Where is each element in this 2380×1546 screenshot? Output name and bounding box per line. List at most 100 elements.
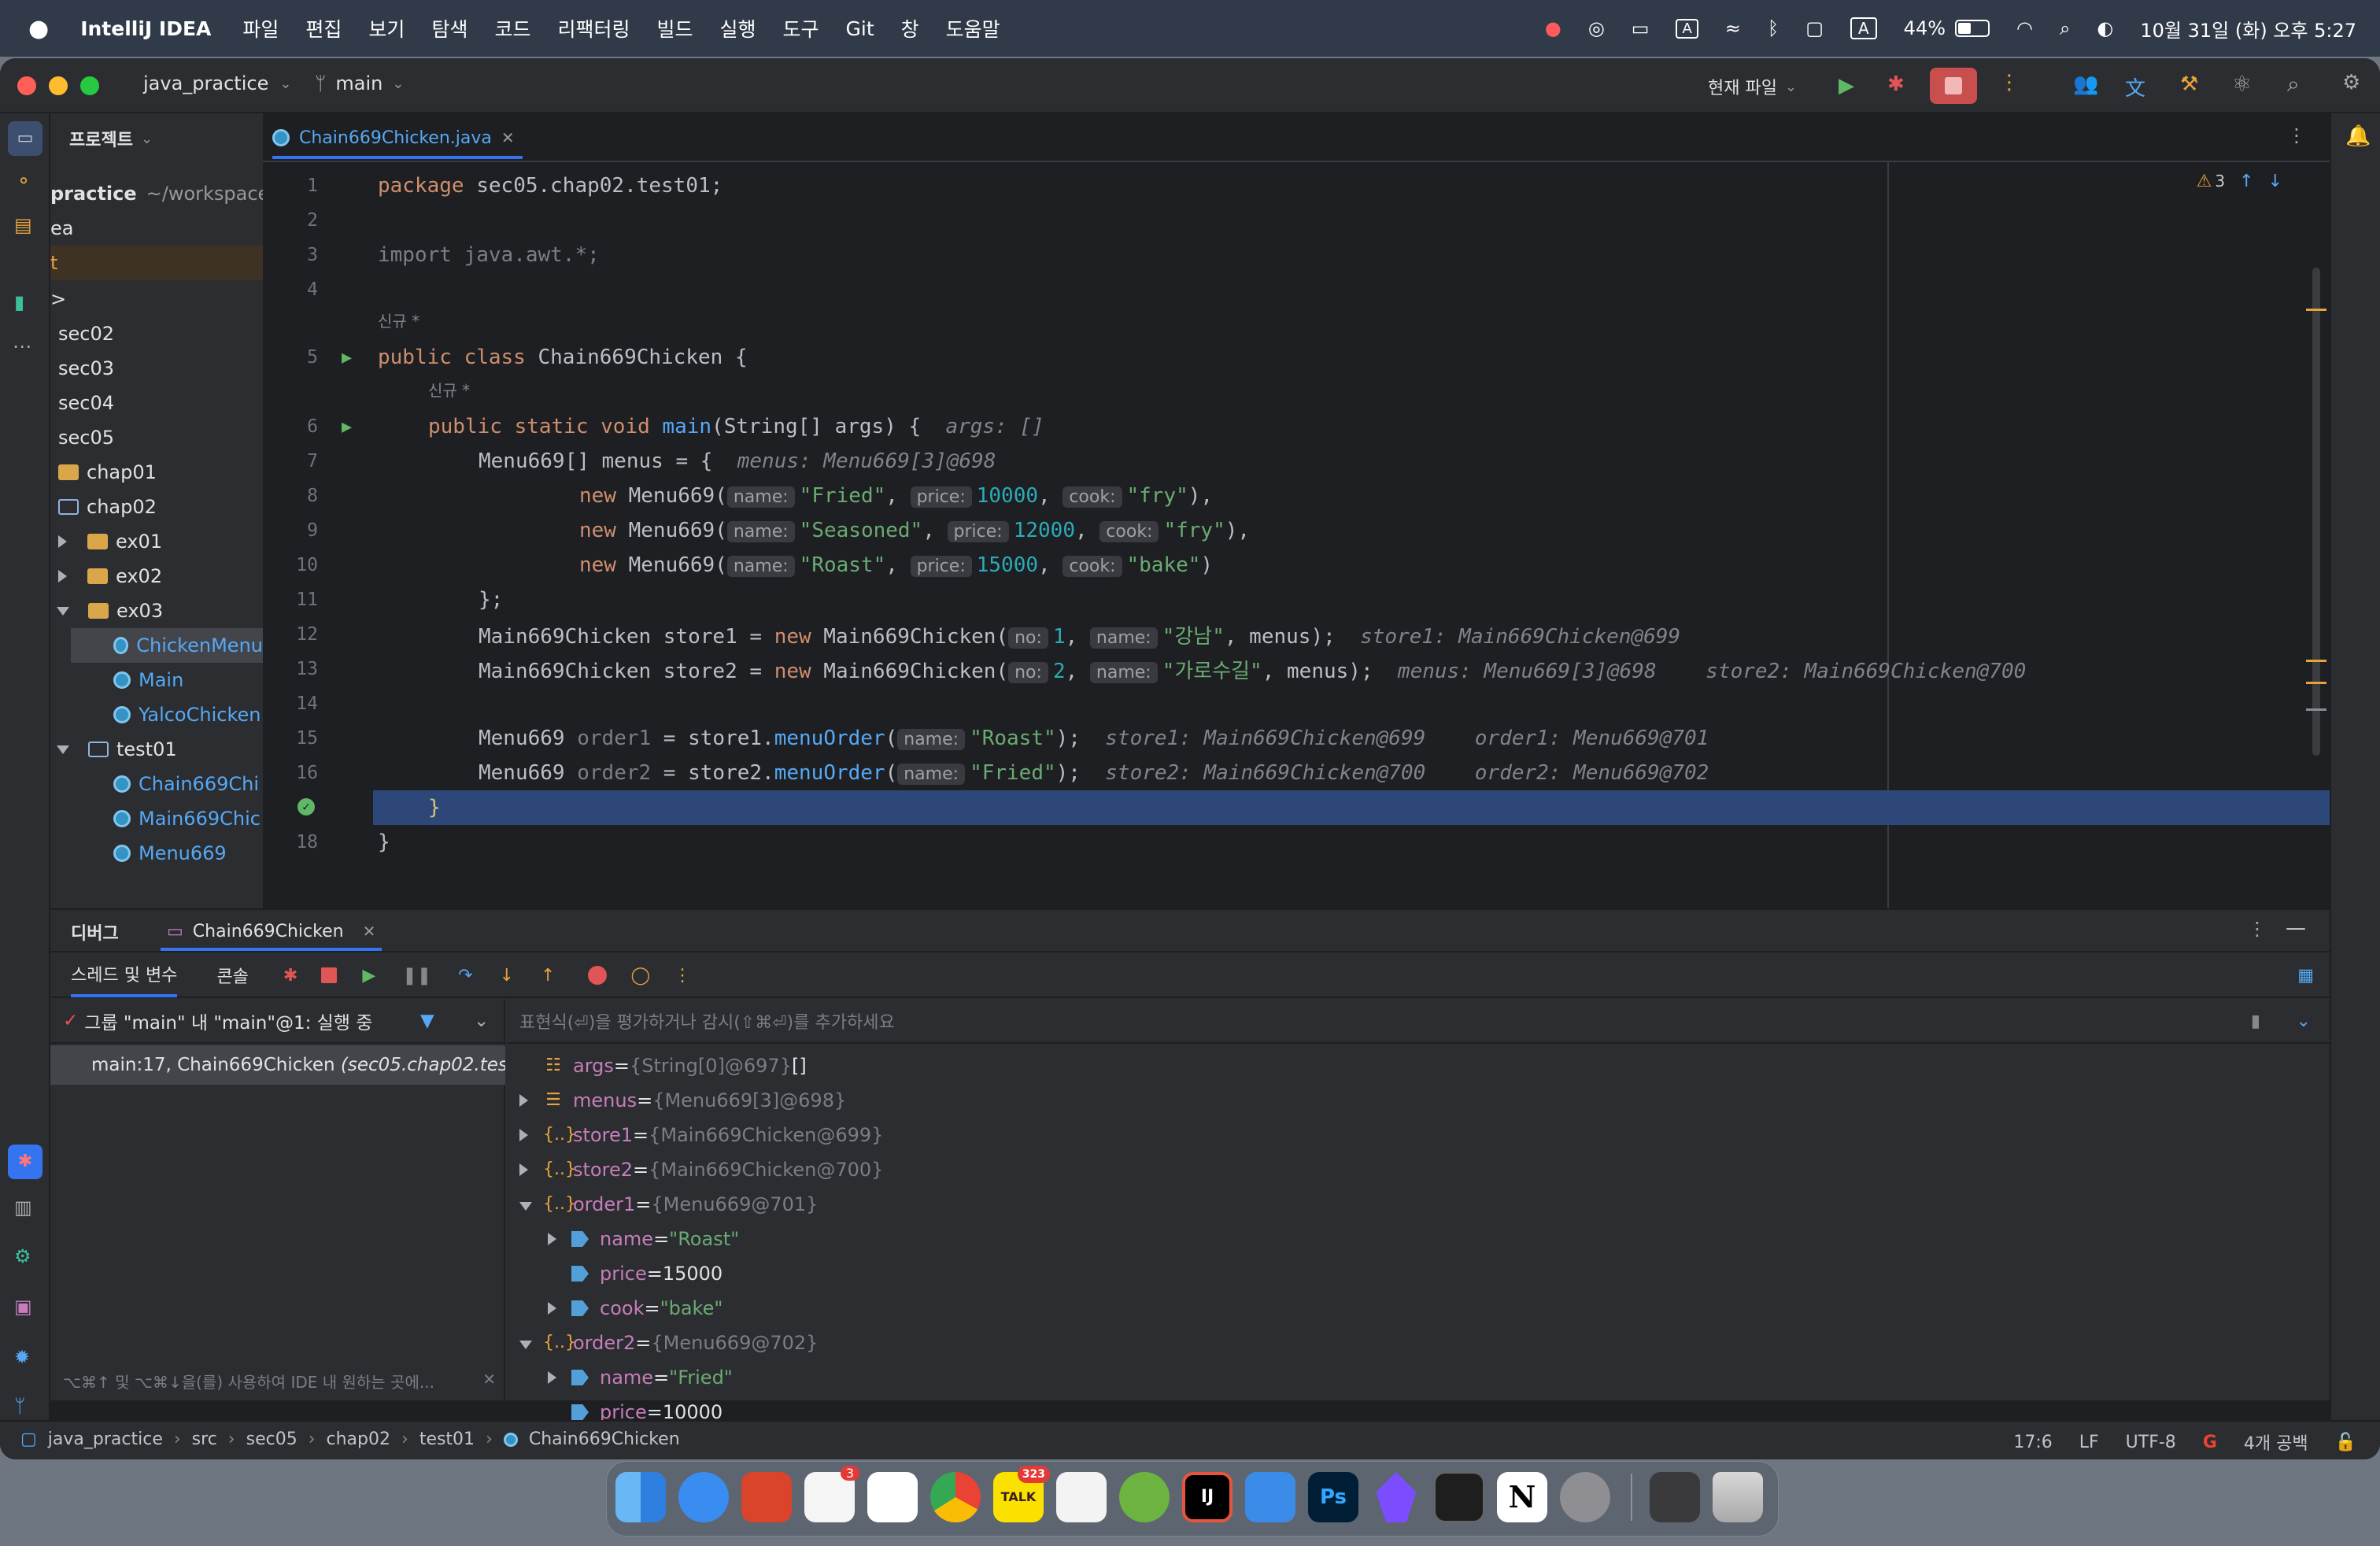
tree-item-sec05[interactable]: sec05 xyxy=(50,420,263,455)
vscode-icon[interactable] xyxy=(1056,1472,1107,1522)
problems-icon[interactable]: ✹ xyxy=(14,1346,30,1368)
presentation-app-icon[interactable] xyxy=(741,1472,792,1522)
more-options-icon[interactable]: ⋮ xyxy=(2248,918,2267,940)
tree-item-collapsed[interactable]: > xyxy=(50,282,263,316)
ai-assistant-icon[interactable]: ⚛ xyxy=(2232,71,2252,97)
menu-run[interactable]: 실행 xyxy=(720,14,756,43)
minimize-icon[interactable]: — xyxy=(2286,916,2306,940)
rerun-icon[interactable]: ✱ xyxy=(283,966,298,986)
display-icon[interactable]: ▭ xyxy=(1632,17,1650,39)
expand-icon[interactable] xyxy=(519,1159,543,1181)
close-window-button[interactable] xyxy=(17,76,36,95)
downloads-stack-icon[interactable] xyxy=(1650,1472,1700,1522)
clock[interactable]: 10월 31일 (화) 오후 5:27 xyxy=(2140,15,2356,43)
tab-debug-session[interactable]: ▭ Chain669Chicken ✕ xyxy=(161,915,382,951)
code-vision-hint[interactable]: 신규 * xyxy=(263,375,2330,403)
cat-icon[interactable]: ≈ xyxy=(1725,17,1741,39)
tree-item-sec03[interactable]: sec03 xyxy=(50,351,263,386)
stack-frame[interactable]: main:17, Chain669Chicken (sec05.chap02.t… xyxy=(50,1045,505,1085)
variable-row[interactable]: {..} order1 = {Menu669@701} xyxy=(519,1187,818,1222)
slack-icon[interactable] xyxy=(867,1472,918,1522)
variable-row[interactable]: price = 15000 xyxy=(548,1256,722,1291)
translate-icon[interactable]: 文 xyxy=(2125,72,2145,102)
variable-row[interactable]: name = "Roast" xyxy=(548,1222,739,1256)
chevron-down-icon[interactable] xyxy=(57,606,69,616)
notifications-icon[interactable]: 🔔 xyxy=(2345,124,2371,148)
apple-icon[interactable]: ● xyxy=(28,15,49,43)
menu-git[interactable]: Git xyxy=(846,17,874,40)
tree-item-chickenmenu[interactable]: ChickenMenu xyxy=(71,628,263,663)
tree-item-main[interactable]: Main xyxy=(50,663,263,697)
tree-item-yalcochicken[interactable]: YalcoChicken xyxy=(50,697,263,732)
app-menu[interactable]: IntelliJ IDEA xyxy=(80,17,211,40)
evaluate-expression-input[interactable]: 표현식(⏎)을 평가하거나 감시(⇧⌘⏎)를 추가하세요 ▮ ⌄ xyxy=(507,1000,2330,1044)
menu-edit[interactable]: 편집 xyxy=(305,14,342,43)
more-tools-icon[interactable]: ⋯ xyxy=(13,335,31,357)
menu-help[interactable]: 도움말 xyxy=(946,14,1000,43)
tree-item-chap02[interactable]: chap02 xyxy=(50,490,263,524)
code-vision-hint[interactable]: 신규 * xyxy=(263,305,2330,334)
pause-icon[interactable]: ❚❚ xyxy=(402,966,431,986)
chevron-down-icon[interactable]: ⌄ xyxy=(2297,1012,2311,1031)
expand-icon[interactable] xyxy=(519,1124,543,1146)
chevron-right-icon[interactable] xyxy=(58,570,67,583)
trash-icon[interactable] xyxy=(1713,1472,1763,1522)
search-icon[interactable]: ⌕ xyxy=(2287,71,2300,98)
branch-selector[interactable]: ᛘ main ⌄ xyxy=(315,72,404,94)
variable-row[interactable]: {..} store2 = {Main669Chicken@700} xyxy=(519,1152,883,1187)
bluetooth-icon[interactable]: ᛒ xyxy=(1768,17,1779,39)
google-icon[interactable]: G xyxy=(2203,1433,2217,1452)
tab-threads-variables[interactable]: 스레드 및 변수 xyxy=(71,953,178,997)
crumb-test01[interactable]: test01 xyxy=(419,1429,475,1449)
crumb-project[interactable]: java_practice xyxy=(48,1429,163,1449)
zoom-window-button[interactable] xyxy=(80,76,99,95)
menu-code[interactable]: 코드 xyxy=(494,14,530,43)
tree-item-menu669[interactable]: Menu669 xyxy=(50,836,263,871)
run-gutter-icon[interactable]: ▶ xyxy=(342,417,352,437)
variable-row[interactable]: ☰ menus = {Menu669[3]@698} xyxy=(519,1083,846,1118)
close-icon[interactable]: ✕ xyxy=(482,1370,496,1393)
run-config-selector[interactable]: 현재 파일 ⌄ xyxy=(1708,74,1797,99)
structure-icon[interactable]: ▤ xyxy=(14,214,32,236)
control-center-icon[interactable]: ◐ xyxy=(2097,17,2113,39)
menu-file[interactable]: 파일 xyxy=(242,14,279,43)
tree-item-chap01[interactable]: chap01 xyxy=(50,455,263,490)
text-icon[interactable]: A xyxy=(1676,18,1698,39)
resume-icon[interactable]: ▶ xyxy=(362,966,375,986)
spotlight-icon[interactable]: ⌕ xyxy=(2060,17,2070,39)
reminders-icon[interactable]: 3 xyxy=(804,1466,859,1522)
battery-icon[interactable] xyxy=(1955,20,1990,37)
git-icon[interactable]: ᛘ xyxy=(14,1395,25,1417)
xcode-icon[interactable] xyxy=(1245,1472,1295,1522)
variable-row[interactable]: {..} store1 = {Main669Chicken@699} xyxy=(519,1118,883,1152)
menu-window[interactable]: 창 xyxy=(901,14,919,43)
terminal-app-icon[interactable] xyxy=(1434,1472,1484,1522)
settings-icon[interactable]: ⚙ xyxy=(2342,71,2360,94)
crumb-src[interactable]: src xyxy=(192,1429,217,1449)
view-breakpoints-icon[interactable] xyxy=(588,966,608,985)
menu-refactor[interactable]: 리팩터링 xyxy=(557,14,630,43)
expand-icon[interactable] xyxy=(548,1367,571,1389)
tree-item-sec02[interactable]: sec02 xyxy=(50,316,263,351)
commit-icon[interactable]: ⚬ xyxy=(16,170,31,192)
lock-icon[interactable]: 🔓 xyxy=(2335,1433,2356,1452)
screen-mirror-icon[interactable]: ▢ xyxy=(1805,17,1824,39)
variable-row[interactable]: name = "Fried" xyxy=(548,1360,733,1395)
kakaotalk-icon[interactable]: TALK 323 xyxy=(993,1466,1050,1522)
variable-row[interactable]: cook = "bake" xyxy=(548,1291,722,1326)
notion-icon[interactable]: N xyxy=(1497,1472,1547,1522)
code-area[interactable]: 1 package sec05.chap02.test01; 2 3 import … xyxy=(263,162,2330,908)
debug-tool-icon[interactable]: ✱ xyxy=(8,1145,42,1179)
stop-icon[interactable] xyxy=(321,967,338,983)
chrome-icon[interactable] xyxy=(930,1472,981,1522)
filter-icon[interactable]: ▼ xyxy=(420,1011,434,1031)
crumb-sec05[interactable]: sec05 xyxy=(246,1429,298,1449)
crumb-chap02[interactable]: chap02 xyxy=(327,1429,390,1449)
crumb-class[interactable]: Chain669Chicken xyxy=(529,1429,680,1449)
minimize-window-button[interactable] xyxy=(49,76,68,95)
tree-item-ex02[interactable]: ex02 xyxy=(50,559,263,594)
wifi-icon[interactable]: ◠ xyxy=(2016,17,2033,39)
chevron-right-icon[interactable] xyxy=(58,535,67,548)
mute-breakpoints-icon[interactable]: ◯ xyxy=(630,966,650,986)
tab-chain669chicken[interactable]: Chain669Chicken.java ✕ xyxy=(272,120,523,159)
